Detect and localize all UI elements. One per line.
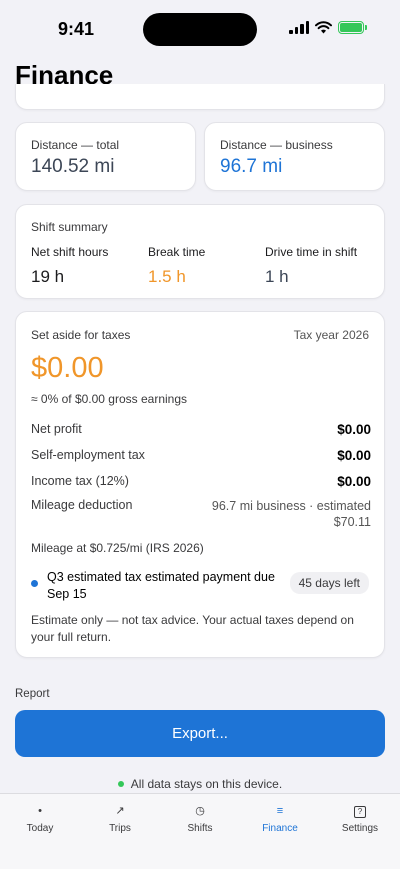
drive-time-value: 1 h — [265, 267, 289, 286]
estimated-payment-due: Q3 estimated tax estimated payment due S… — [47, 570, 275, 601]
arrow-icon: ↗ — [115, 805, 125, 817]
list-icon: ≡ — [276, 805, 284, 817]
signal-icon — [289, 21, 309, 34]
tax-year: Tax year 2026 — [293, 328, 369, 342]
distance-total-card: Distance — total 140.52 mi — [15, 122, 196, 191]
shift-summary-card: Shift summary Net shift hours 19 h Break… — [15, 204, 385, 299]
tab-shifts[interactable]: ◷ Shifts — [160, 802, 240, 834]
break-time-value: 1.5 h — [148, 267, 186, 286]
export-button[interactable]: Export... — [15, 710, 385, 757]
tab-settings[interactable]: ? Settings — [320, 802, 400, 834]
battery-icon — [338, 21, 367, 34]
status-dot-icon — [117, 780, 124, 787]
dot-icon: • — [38, 805, 42, 817]
income-tax-label: Income tax (12%) — [31, 474, 129, 488]
self-employment-tax-value: $0.00 — [337, 448, 371, 463]
tax-setaside-card: Set aside for taxes Tax year 2026 $0.00 … — [15, 311, 385, 658]
shift-summary-title: Shift summary — [31, 220, 108, 234]
tax-amount: $0.00 — [31, 352, 104, 384]
break-time-label: Break time — [148, 245, 206, 259]
clock-icon: ◷ — [195, 805, 205, 817]
scrolled-card-stub — [15, 84, 385, 110]
report-section-label: Report — [15, 688, 50, 700]
tax-heading: Set aside for taxes — [31, 328, 131, 342]
mileage-deduction-value: 96.7 mi business · estimated $70.11 — [211, 499, 371, 529]
tab-trips[interactable]: ↗ Trips — [80, 802, 160, 834]
net-shift-hours: Net shift hours 19 h — [31, 245, 108, 287]
distance-business-label: Distance — business — [220, 138, 333, 152]
tab-finance-label: Finance — [262, 823, 298, 834]
question-box-icon: ? — [320, 802, 400, 820]
drive-time-label: Drive time in shift — [265, 245, 358, 259]
status-time: 9:41 — [58, 19, 95, 39]
device-storage-note: All data stays on this device. — [0, 777, 400, 791]
tab-today[interactable]: • Today — [0, 802, 80, 834]
mileage-deduction-row: Mileage deduction 96.7 mi business · est… — [31, 498, 371, 530]
tax-subtitle: ≈ 0% of $0.00 gross earnings — [31, 392, 188, 406]
tab-finance[interactable]: ≡ Finance — [240, 802, 320, 834]
break-time: Break time 1.5 h — [148, 245, 205, 287]
self-employment-tax-row: Self-employment tax $0.00 — [31, 448, 371, 463]
self-employment-tax-label: Self-employment tax — [31, 448, 145, 462]
status-icons — [289, 21, 367, 34]
net-profit-row: Net profit $0.00 — [31, 422, 371, 437]
status-bar: 9:41 — [0, 0, 400, 58]
net-profit-value: $0.00 — [337, 422, 371, 437]
net-shift-hours-value: 19 h — [31, 267, 65, 286]
tab-shifts-label: Shifts — [187, 823, 213, 834]
tab-settings-label: Settings — [341, 823, 379, 834]
wifi-icon — [315, 21, 332, 34]
tab-trips-label: Trips — [109, 823, 131, 834]
tax-disclaimer: Estimate only — not tax advice. Your act… — [31, 613, 354, 644]
tab-bar: • Today ↗ Trips ◷ Shifts ≡ Finance ? Set… — [0, 793, 400, 869]
tab-today-label: Today — [26, 823, 54, 834]
device-storage-text: All data stays on this device. — [130, 777, 283, 791]
distance-business-card: Distance — business 96.7 mi — [204, 122, 385, 191]
income-tax-value: $0.00 — [337, 474, 371, 489]
income-tax-row: Income tax (12%) $0.00 — [31, 474, 371, 489]
net-shift-hours-label: Net shift hours — [31, 245, 109, 259]
due-dot-icon — [31, 580, 38, 587]
drive-time: Drive time in shift 1 h — [265, 245, 357, 287]
days-left-badge: 45 days left — [289, 572, 369, 594]
mileage-rate: Mileage at $0.725/mi (IRS 2026) — [31, 541, 204, 555]
distance-business-value: 96.7 mi — [220, 156, 283, 177]
net-profit-label: Net profit — [31, 422, 82, 436]
dynamic-island — [143, 13, 257, 46]
distance-total-label: Distance — total — [31, 138, 120, 152]
distance-total-value: 140.52 mi — [31, 156, 115, 177]
mileage-deduction-label: Mileage deduction — [31, 498, 133, 512]
